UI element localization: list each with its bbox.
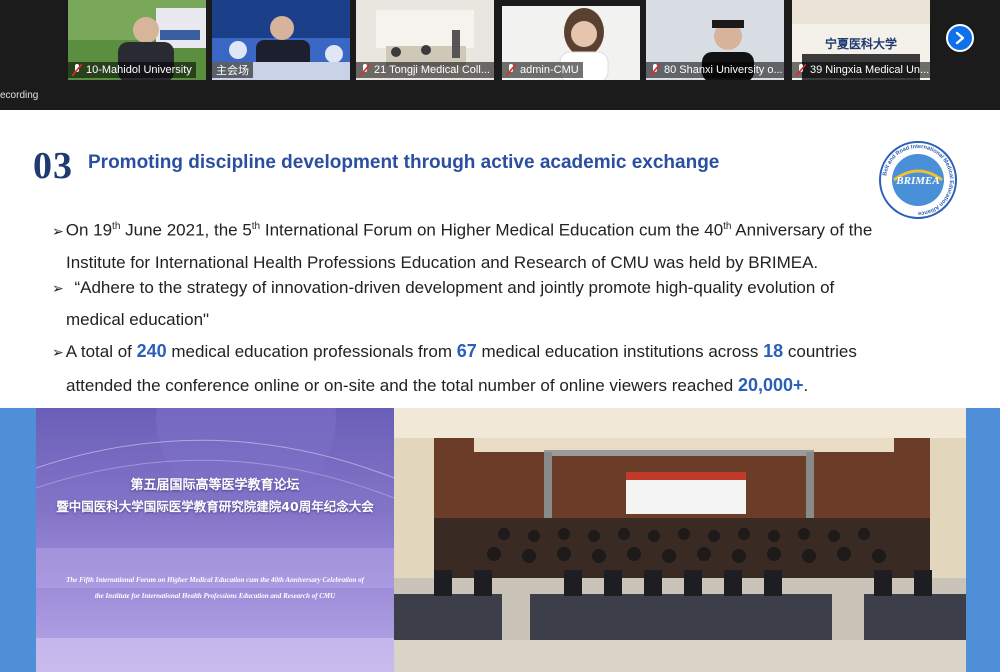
participant-name-bar: 39 Ningxia Medical Un... bbox=[792, 62, 930, 78]
muted-mic-icon bbox=[650, 64, 660, 76]
next-page-button[interactable] bbox=[946, 24, 974, 52]
participant-tile[interactable]: 21 Tongji Medical Coll... bbox=[356, 0, 494, 80]
participant-name: 10-Mahidol University bbox=[86, 64, 192, 76]
participant-tile[interactable]: 80 Shanxi University o... bbox=[646, 0, 784, 80]
conference-hall-photo bbox=[394, 408, 966, 672]
bullet-3: ➢ A total of 240 medical education profes… bbox=[52, 341, 857, 395]
poster-english-title-2: the Institute for International Health P… bbox=[94, 592, 336, 600]
recording-label: ecording bbox=[0, 90, 39, 101]
participant-name: admin-CMU bbox=[520, 64, 579, 76]
participant-name-bar: 主会场 bbox=[212, 62, 253, 78]
muted-mic-icon bbox=[360, 64, 370, 76]
participant-tile[interactable]: 10-Mahidol University bbox=[68, 0, 206, 80]
participant-name: 39 Ningxia Medical Un... bbox=[810, 64, 930, 76]
participant-tile[interactable]: 宁夏医科大学 39 Ningxia Medical Un... bbox=[792, 0, 930, 80]
poster-chinese-title-2: 暨中国医科大学国际医学教育研究院建院40周年纪念大会 bbox=[56, 499, 374, 514]
section-number: 03 bbox=[33, 145, 73, 187]
participant-name-bar: 21 Tongji Medical Coll... bbox=[356, 62, 494, 78]
arrow-bullet-icon: ➢ bbox=[52, 280, 64, 296]
muted-mic-icon bbox=[72, 64, 82, 76]
bullet-1: ➢ On 19th June 2021, the 5th Internationa… bbox=[52, 220, 873, 272]
arrow-bullet-icon: ➢ bbox=[52, 344, 64, 360]
participant-tile[interactable]: 主会场 bbox=[212, 0, 350, 80]
ningxia-sign-text: 宁夏医科大学 bbox=[825, 36, 897, 51]
poster-chinese-title-1: 第五届国际高等医学教育论坛 bbox=[130, 478, 300, 493]
participant-name-bar: 80 Shanxi University o... bbox=[646, 62, 784, 78]
participant-tile[interactable]: admin-CMU bbox=[502, 0, 640, 80]
participant-name-bar: 10-Mahidol University bbox=[68, 62, 196, 78]
poster-background bbox=[36, 408, 394, 672]
shared-slide: 03 Promoting discipline development thro… bbox=[0, 110, 1000, 672]
photo-panel: 第五届国际高等医学教育论坛 暨中国医科大学国际医学教育研究院建院40周年纪念大会… bbox=[0, 408, 1000, 672]
slide-title: Promoting discipline development through… bbox=[88, 152, 720, 173]
chevron-right-icon bbox=[955, 31, 965, 45]
conference-poster-image: 第五届国际高等医学教育论坛 暨中国医科大学国际医学教育研究院建院40周年纪念大会… bbox=[36, 408, 394, 672]
muted-mic-icon bbox=[506, 64, 516, 76]
poster-english-title-1: The Fifth International Forum on Higher … bbox=[66, 576, 364, 584]
arrow-bullet-icon: ➢ bbox=[52, 222, 64, 239]
muted-mic-icon bbox=[796, 64, 806, 76]
recording-bar: ecording bbox=[0, 84, 1000, 110]
participant-strip: 10-Mahidol University 主会场 21 Tongji Medi… bbox=[0, 0, 1000, 84]
brimea-logo: BRIMEA Belt and Road International Medic… bbox=[879, 141, 957, 219]
participant-name-bar: admin-CMU bbox=[502, 62, 583, 78]
logo-text: BRIMEA bbox=[895, 175, 939, 187]
bullet-2: ➢ “Adhere to the strategy of innovation-… bbox=[52, 278, 835, 329]
participant-name: 21 Tongji Medical Coll... bbox=[374, 64, 490, 76]
participant-name: 80 Shanxi University o... bbox=[664, 64, 783, 76]
hall-scene bbox=[394, 408, 966, 672]
participant-name: 主会场 bbox=[216, 65, 249, 77]
